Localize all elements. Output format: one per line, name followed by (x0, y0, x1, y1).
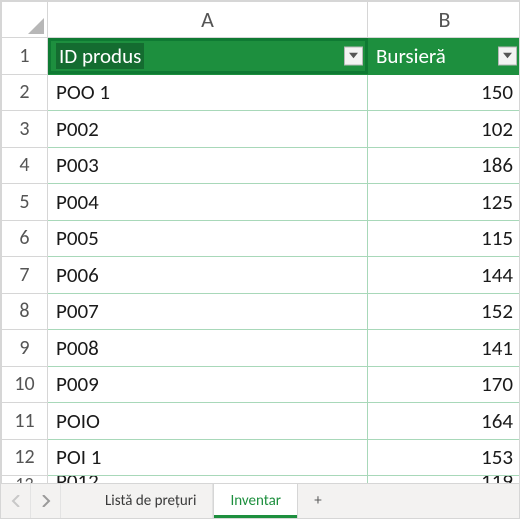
sheet-nav-next-icon[interactable] (31, 484, 61, 518)
header-cell-bursiera[interactable]: Bursieră (368, 38, 520, 75)
column-header-row: A B (2, 2, 520, 38)
cell-id[interactable]: P003 (48, 147, 368, 184)
tab-bar-filler (338, 484, 519, 518)
row-header[interactable]: 8 (2, 293, 48, 330)
sheet-tab-inactive[interactable]: Listă de prețuri (89, 484, 213, 518)
cell-id[interactable]: POO 1 (48, 74, 368, 111)
table-row-partial: 13 P012 119 (2, 476, 520, 483)
column-header-A[interactable]: A (48, 2, 368, 38)
table-row: 12 POI 1 153 (2, 439, 520, 476)
sheet-tab-label: Inventar (230, 492, 281, 510)
header-cell-idprodus[interactable]: ID produs (48, 38, 368, 75)
cell-val[interactable]: 125 (368, 184, 520, 221)
header-label: Bursieră (376, 43, 446, 69)
row-header[interactable]: 4 (2, 147, 48, 184)
cell-val[interactable]: 115 (368, 220, 520, 257)
cell-val[interactable]: 170 (368, 366, 520, 403)
cell-val[interactable]: 186 (368, 147, 520, 184)
sheet-tab-bar: Listă de prețuri Inventar + (1, 483, 519, 518)
table-header-row: 1 ID produs Bursieră (2, 38, 520, 75)
column-header-B[interactable]: B (368, 2, 520, 38)
sheet-nav-prev-icon[interactable] (1, 484, 31, 518)
add-sheet-button[interactable]: + (298, 484, 338, 518)
row-header[interactable]: 7 (2, 257, 48, 294)
table-row: 5 P004 125 (2, 184, 520, 221)
cell-id[interactable]: P006 (48, 257, 368, 294)
row-header[interactable]: 1 (2, 38, 48, 75)
cell-id[interactable]: P007 (48, 293, 368, 330)
cell-id[interactable]: P009 (48, 366, 368, 403)
cell-val[interactable]: 141 (368, 330, 520, 367)
row-header[interactable]: 6 (2, 220, 48, 257)
table-row: 10 P009 170 (2, 366, 520, 403)
row-header[interactable]: 13 (2, 476, 48, 483)
cell-val[interactable]: 152 (368, 293, 520, 330)
cell-val[interactable]: 153 (368, 439, 520, 476)
cell-id[interactable]: P002 (48, 111, 368, 148)
table-row: 8 P007 152 (2, 293, 520, 330)
filter-dropdown-icon[interactable] (344, 46, 363, 65)
row-header[interactable]: 2 (2, 74, 48, 111)
row-header[interactable]: 12 (2, 439, 48, 476)
grid-area: A B 1 ID produs Bursieră (1, 1, 519, 483)
row-header[interactable]: 3 (2, 111, 48, 148)
filter-dropdown-icon[interactable] (498, 46, 517, 65)
select-all-corner[interactable] (2, 2, 48, 38)
plus-icon: + (314, 492, 321, 510)
table-row: 11 POIO 164 (2, 403, 520, 440)
cell-val[interactable]: 144 (368, 257, 520, 294)
table-row: 3 P002 102 (2, 111, 520, 148)
table-row: 2 POO 1 150 (2, 74, 520, 111)
cell-id[interactable]: P004 (48, 184, 368, 221)
header-label: ID produs (56, 43, 144, 69)
sheet-tab-active[interactable]: Inventar (213, 483, 298, 518)
spreadsheet-window: A B 1 ID produs Bursieră (0, 0, 520, 519)
cell-id[interactable]: POIO (48, 403, 368, 440)
sheet-tab-label: Listă de prețuri (105, 492, 196, 510)
cell-id[interactable]: P005 (48, 220, 368, 257)
cell-val[interactable]: 102 (368, 111, 520, 148)
cell-val[interactable]: 150 (368, 74, 520, 111)
cell-val[interactable]: 119 (368, 476, 520, 483)
cell-val[interactable]: 164 (368, 403, 520, 440)
row-header[interactable]: 5 (2, 184, 48, 221)
row-header[interactable]: 9 (2, 330, 48, 367)
table-row: 4 P003 186 (2, 147, 520, 184)
table-row: 6 P005 115 (2, 220, 520, 257)
table-row: 9 P008 141 (2, 330, 520, 367)
tab-spacer (61, 484, 89, 518)
cell-id[interactable]: P012 (48, 476, 368, 483)
cell-id[interactable]: P008 (48, 330, 368, 367)
row-header[interactable]: 10 (2, 366, 48, 403)
table-row: 7 P006 144 (2, 257, 520, 294)
row-header[interactable]: 11 (2, 403, 48, 440)
cell-id[interactable]: POI 1 (48, 439, 368, 476)
spreadsheet-grid: A B 1 ID produs Bursieră (1, 1, 519, 483)
